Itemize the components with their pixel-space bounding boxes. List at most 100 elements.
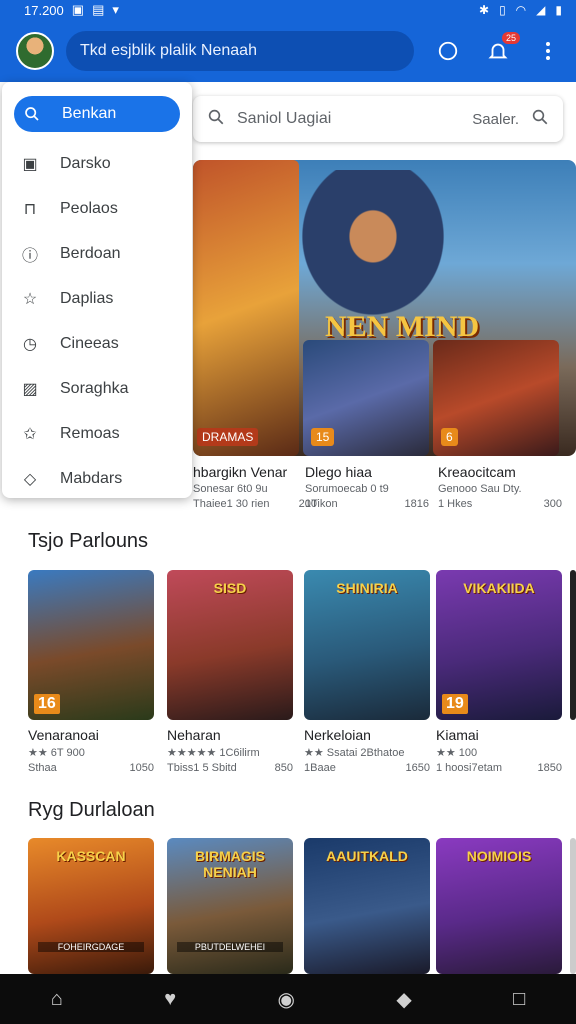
avatar[interactable] xyxy=(16,32,54,70)
game-tile[interactable]: SHINIRIA xyxy=(304,570,430,720)
status-bar: 17.200 ▣ ▤ ▾ ✱ ▯ ◠ ◢ ▮ xyxy=(0,0,576,20)
status-time: 17.200 xyxy=(24,2,64,18)
game-meta[interactable]: Nerkeloian ★★ Ssatai 2Bthatoe 1Baae 1650 xyxy=(304,727,430,774)
game-rating: ★★ Ssatai 2Bthatoe xyxy=(304,747,405,759)
top-search-field[interactable]: Tkd esjblik plalik Nenaah xyxy=(66,31,414,71)
game-tile-label: SHINIRIA xyxy=(336,580,398,596)
drawer-item-6[interactable]: ▨ Soraghka xyxy=(2,366,192,411)
game-rating: ★★ 6T 900 xyxy=(28,747,85,759)
hero-meta-1[interactable]: hbargikn Venar Sonesar 6t0 9u Thaiee1 30… xyxy=(193,464,317,510)
hero-meta-name: Dlego hiaa xyxy=(305,464,372,480)
game-tile[interactable]: BIRMAGIS NENIAH PBUTDELWEHEI xyxy=(167,838,293,974)
wifi-icon: ◠ xyxy=(515,3,527,17)
navigation-drawer: Benkan ▣ Darsko ⊓ Peolaos ⓘ Berdoan ☆ Da… xyxy=(2,82,192,498)
game-tile-label: BIRMAGIS NENIAH xyxy=(195,848,265,880)
game-sub-right: 1850 xyxy=(537,762,562,774)
hero-meta-sub3: 300 xyxy=(543,498,562,510)
age-badge: 19 xyxy=(442,694,468,714)
hero-meta-sub: Sorumoecab 0 t9 xyxy=(305,483,389,495)
chat-bubble-icon[interactable]: ◆ xyxy=(396,987,411,1012)
clock-icon: ◷ xyxy=(23,335,37,353)
drawer-item-0[interactable]: Benkan xyxy=(14,96,180,132)
section-title-1: Tsjo Parlouns xyxy=(28,530,149,552)
drawer-item-label: Mabdars xyxy=(60,469,123,487)
game-meta[interactable]: Venaranoai ★★ 6T 900 Sthaa 1050 xyxy=(28,727,154,774)
search-submit-icon[interactable] xyxy=(531,108,549,131)
hero-meta-sub: Genooo Sau Dty. xyxy=(438,483,522,495)
hero-meta-3[interactable]: Kreaocitcam Genooo Sau Dty. 1 Hkes 300 xyxy=(438,464,562,510)
hero-meta-sub2: Thaiee1 30 rien xyxy=(193,498,270,510)
bell-icon[interactable]: 25 xyxy=(486,32,520,63)
age-badge: 16 xyxy=(34,694,60,714)
game-sub-right: 850 xyxy=(274,762,293,774)
app-bar: Tkd esjblik plalik Nenaah 25 xyxy=(0,20,576,82)
search-icon xyxy=(207,108,225,131)
recents-icon[interactable]: □ xyxy=(513,988,525,1011)
game-meta[interactable]: Neharan ★★★★★ 1C6ilirm Tbiss1 5 Sbitd 85… xyxy=(167,727,293,774)
drawer-item-7[interactable]: ✩ Remoas xyxy=(2,411,192,456)
home-icon[interactable]: ⌂ xyxy=(51,988,63,1011)
drawer-item-label: Benkan xyxy=(62,105,117,122)
game-tile[interactable]: NOIMIOIS xyxy=(436,838,562,974)
more-vert-icon[interactable] xyxy=(536,39,560,63)
heart-icon[interactable]: ♥ xyxy=(164,988,176,1011)
game-tile[interactable]: 16 xyxy=(28,570,154,720)
game-name: Neharan xyxy=(167,727,221,743)
game-sub: Tbiss1 5 Sbitd 850 xyxy=(167,762,293,774)
hero-meta-2[interactable]: Dlego hiaa Sorumoecab 0 t9 1Tikon 1816 xyxy=(305,464,429,510)
game-sub: Sthaa 1050 xyxy=(28,762,154,774)
hero-meta-sub3: 1816 xyxy=(404,498,429,510)
hero-meta-row: 1 Hkes 300 xyxy=(438,498,562,510)
section-title-2: Ryg Durlaloan xyxy=(28,799,155,821)
hero-banner[interactable]: NEN MIND DRAMAS 15 6 xyxy=(193,160,576,456)
drawer-item-8[interactable]: ◇ Mabdars xyxy=(2,456,192,501)
search-trailing-text: Saaler. xyxy=(472,110,519,128)
bluetooth-icon: ✱ xyxy=(479,3,490,17)
hero-tag-2: 15 xyxy=(311,428,335,446)
search-icon xyxy=(22,104,42,124)
circle-home-icon[interactable]: ◉ xyxy=(277,987,294,1012)
chat-icon[interactable] xyxy=(436,39,460,63)
message-icon: ▤ xyxy=(92,2,105,17)
drawer-item-label: Peolaos xyxy=(60,199,118,217)
game-tile[interactable]: SISD xyxy=(167,570,293,720)
game-tile-partial[interactable] xyxy=(570,570,576,720)
game-name: Venaranoai xyxy=(28,727,99,743)
main-search-bar[interactable]: Saniol Uagiai Saaler. xyxy=(193,96,563,142)
drawer-item-5[interactable]: ◷ Cineeas xyxy=(2,321,192,366)
game-tile[interactable]: VIKAKIIDA 19 xyxy=(436,570,562,720)
square-icon: ▣ xyxy=(22,155,38,173)
game-name: Kiamai xyxy=(436,727,479,743)
game-sub-left: Tbiss1 5 Sbitd xyxy=(167,762,237,774)
drawer-item-label: Darsko xyxy=(60,154,111,172)
notification-icon: ▣ xyxy=(71,2,85,17)
hero-tag-1: DRAMAS xyxy=(197,428,259,446)
tag-icon: ◇ xyxy=(23,470,37,488)
drawer-item-label: Remoas xyxy=(60,424,120,442)
drawer-item-4[interactable]: ☆ Daplias xyxy=(2,276,192,321)
game-tile-label: VIKAKIIDA xyxy=(463,580,535,596)
signal-icon: ◢ xyxy=(536,3,546,17)
system-nav-bar: ⌂ ♥ ◉ ◆ □ xyxy=(0,974,576,1024)
drawer-item-3[interactable]: ⓘ Berdoan xyxy=(2,231,192,276)
game-tile-label: SISD xyxy=(213,580,247,596)
drawer-item-1[interactable]: ▣ Darsko xyxy=(2,141,192,186)
game-meta[interactable]: Kiamai ★★ 100 1 hoosi7etam 1850 xyxy=(436,727,562,774)
game-tile-label: NOIMIOIS xyxy=(466,848,532,864)
game-sub-left: 1Baae xyxy=(304,762,336,774)
game-sub-left: Sthaa xyxy=(28,762,57,774)
game-sub: 1 hoosi7etam 1850 xyxy=(436,762,562,774)
game-tile[interactable]: KASSCAN FOHEIRGDAGE xyxy=(28,838,154,974)
game-tile-label: AAUITKALD xyxy=(326,848,408,864)
image-icon: ▨ xyxy=(22,380,38,398)
star-icon: ☆ xyxy=(22,290,38,308)
game-tile-partial[interactable] xyxy=(570,838,576,974)
hero-tag-3: 6 xyxy=(441,428,458,446)
hero-meta-sub2: 1Tikon xyxy=(305,498,338,510)
search-placeholder: Saniol Uagiai xyxy=(237,110,332,127)
game-tile-bottom-label: FOHEIRGDAGE xyxy=(38,942,144,952)
game-tile[interactable]: AAUITKALD xyxy=(304,838,430,974)
game-sub-left: 1 hoosi7etam xyxy=(436,762,503,774)
star-outline-icon: ✩ xyxy=(23,425,37,443)
drawer-item-2[interactable]: ⊓ Peolaos xyxy=(2,186,192,231)
